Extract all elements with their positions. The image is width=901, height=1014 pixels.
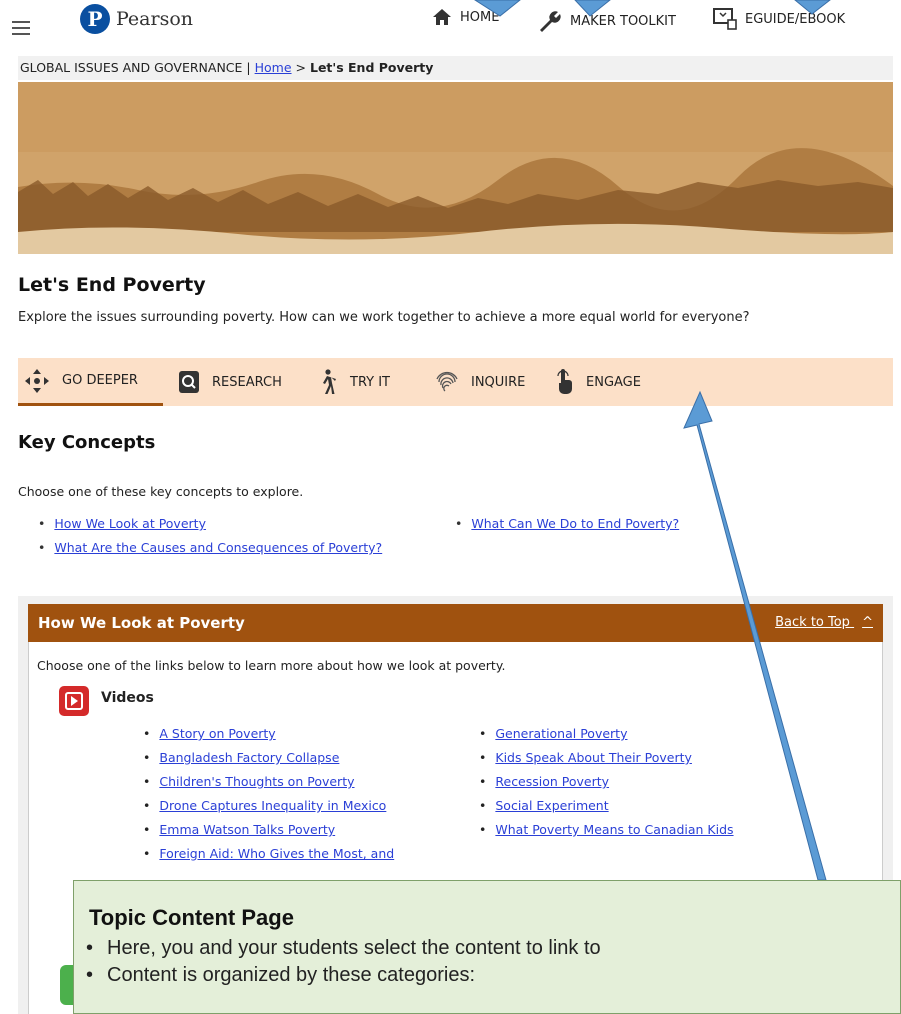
video-link[interactable]: Bangladesh Factory Collapse xyxy=(159,750,339,765)
key-concepts-list-left: How We Look at Poverty What Are the Caus… xyxy=(38,516,382,564)
breadcrumb: GLOBAL ISSUES AND GOVERNANCE | Home > Le… xyxy=(18,56,893,80)
video-link[interactable]: Generational Poverty xyxy=(495,726,627,741)
nav-maker-toolkit-label: MAKER TOOLKIT xyxy=(570,13,676,29)
breadcrumb-current: Let's End Poverty xyxy=(309,60,434,75)
pearson-logo-text: Pearson xyxy=(116,8,194,30)
videos-list-right: Generational Poverty Kids Speak About Th… xyxy=(479,726,734,846)
list-item: What Can We Do to End Poverty? xyxy=(455,516,679,531)
callout-title: Topic Content Page xyxy=(89,905,294,930)
video-link[interactable]: Foreign Aid: Who Gives the Most, and xyxy=(159,846,394,861)
tab-go-deeper-label: GO DEEPER xyxy=(62,373,138,388)
key-concepts-list-right: What Can We Do to End Poverty? xyxy=(455,516,679,540)
callout-bullet: Content is organized by these categories… xyxy=(86,964,601,987)
tab-research[interactable]: RESEARCH xyxy=(178,358,282,406)
pearson-logo-icon: P xyxy=(80,4,110,34)
page-intro: Explore the issues surrounding poverty. … xyxy=(18,310,750,325)
breadcrumb-separator: > xyxy=(295,60,306,75)
tab-research-label: RESEARCH xyxy=(212,374,282,390)
tab-engage[interactable]: ENGAGE xyxy=(554,358,641,406)
key-concept-link[interactable]: What Are the Causes and Consequences of … xyxy=(54,540,382,555)
tab-engage-label: ENGAGE xyxy=(586,374,641,390)
list-item: What Are the Causes and Consequences of … xyxy=(38,540,382,555)
key-concepts-title: Key Concepts xyxy=(18,432,156,453)
tab-go-deeper[interactable]: GO DEEPER xyxy=(18,358,163,406)
section-intro: Choose one of the links below to learn m… xyxy=(37,658,506,673)
video-link[interactable]: Children's Thoughts on Poverty xyxy=(159,774,354,789)
banner-image xyxy=(18,82,893,254)
pearson-logo[interactable]: P Pearson xyxy=(80,4,193,34)
list-item: Kids Speak About Their Poverty xyxy=(479,750,734,774)
walking-person-icon xyxy=(323,369,336,394)
list-item: Children's Thoughts on Poverty xyxy=(143,774,394,798)
list-item: Recession Poverty xyxy=(479,774,734,798)
tab-try-it-label: TRY IT xyxy=(350,374,390,390)
nav-home[interactable]: HOME xyxy=(432,8,499,26)
fingerprint-icon xyxy=(436,371,458,392)
tab-inquire[interactable]: INQUIRE xyxy=(435,358,525,406)
torn-cardboard-image xyxy=(18,82,893,254)
key-concepts-intro: Choose one of these key concepts to expl… xyxy=(18,484,304,499)
list-item: Generational Poverty xyxy=(479,726,734,750)
chevron-up-icon: ^ xyxy=(862,615,873,630)
menu-icon[interactable] xyxy=(12,21,30,35)
nav-eguide[interactable]: EGUIDE/EBOOK xyxy=(713,8,845,30)
page-title: Let's End Poverty xyxy=(18,274,206,296)
section-title: How We Look at Poverty xyxy=(38,614,245,632)
list-item: Drone Captures Inequality in Mexico xyxy=(143,798,394,822)
back-to-top-link[interactable]: Back to Top ^ xyxy=(775,615,873,630)
page-header: Let's End Poverty Explore the issues sur… xyxy=(18,254,893,325)
list-item: Foreign Aid: Who Gives the Most, and xyxy=(143,846,394,870)
callout-bullet: Here, you and your students select the c… xyxy=(86,937,601,960)
section-header: How We Look at Poverty Back to Top ^ xyxy=(28,604,883,642)
nav-home-label: HOME xyxy=(460,9,500,25)
list-item: Bangladesh Factory Collapse xyxy=(143,750,394,774)
key-concept-link[interactable]: How We Look at Poverty xyxy=(54,516,206,531)
video-play-icon xyxy=(59,686,89,716)
list-item: How We Look at Poverty xyxy=(38,516,382,531)
video-link[interactable]: A Story on Poverty xyxy=(159,726,275,741)
video-link[interactable]: Social Experiment xyxy=(495,798,608,813)
video-link[interactable]: Kids Speak About Their Poverty xyxy=(495,750,692,765)
list-item: Emma Watson Talks Poverty xyxy=(143,822,394,846)
list-item: What Poverty Means to Canadian Kids xyxy=(479,822,733,846)
ebook-icon xyxy=(713,8,737,30)
nav-maker-toolkit[interactable]: MAKER TOOLKIT xyxy=(536,8,676,34)
category-icon-partial xyxy=(60,965,74,1005)
videos-title: Videos xyxy=(101,690,154,706)
list-item: Social Experiment xyxy=(479,798,734,822)
callout-bullets: Here, you and your students select the c… xyxy=(86,937,601,991)
magnifier-doc-icon xyxy=(179,371,199,393)
tab-inquire-label: INQUIRE xyxy=(471,374,526,390)
move-icon xyxy=(25,368,49,393)
breadcrumb-home-link[interactable]: Home xyxy=(255,60,292,75)
video-link[interactable]: Recession Poverty xyxy=(495,774,609,789)
video-link[interactable]: Emma Watson Talks Poverty xyxy=(159,822,335,837)
video-link[interactable]: Drone Captures Inequality in Mexico xyxy=(159,798,386,813)
topic-content-callout: Topic Content Page Here, you and your st… xyxy=(73,880,901,1014)
videos-list-left: A Story on Poverty Bangladesh Factory Co… xyxy=(143,726,394,870)
back-to-top-label: Back to Top xyxy=(775,615,850,630)
list-item: A Story on Poverty xyxy=(143,726,394,750)
breadcrumb-section: GLOBAL ISSUES AND GOVERNANCE | xyxy=(20,60,251,75)
video-link[interactable]: What Poverty Means to Canadian Kids xyxy=(495,822,733,837)
pointing-hand-icon xyxy=(557,369,572,394)
tab-bar: GO DEEPER RESEARCH TRY IT INQUIRE ENGAGE xyxy=(18,358,893,406)
wrench-icon xyxy=(540,11,561,32)
key-concept-link[interactable]: What Can We Do to End Poverty? xyxy=(471,516,679,531)
tab-try-it[interactable]: TRY IT xyxy=(318,358,390,406)
nav-eguide-label: EGUIDE/EBOOK xyxy=(745,11,846,27)
top-bar: P Pearson HOME MAKER TOOLKIT EGUIDE/EBOO… xyxy=(0,0,901,50)
home-icon xyxy=(433,9,451,25)
